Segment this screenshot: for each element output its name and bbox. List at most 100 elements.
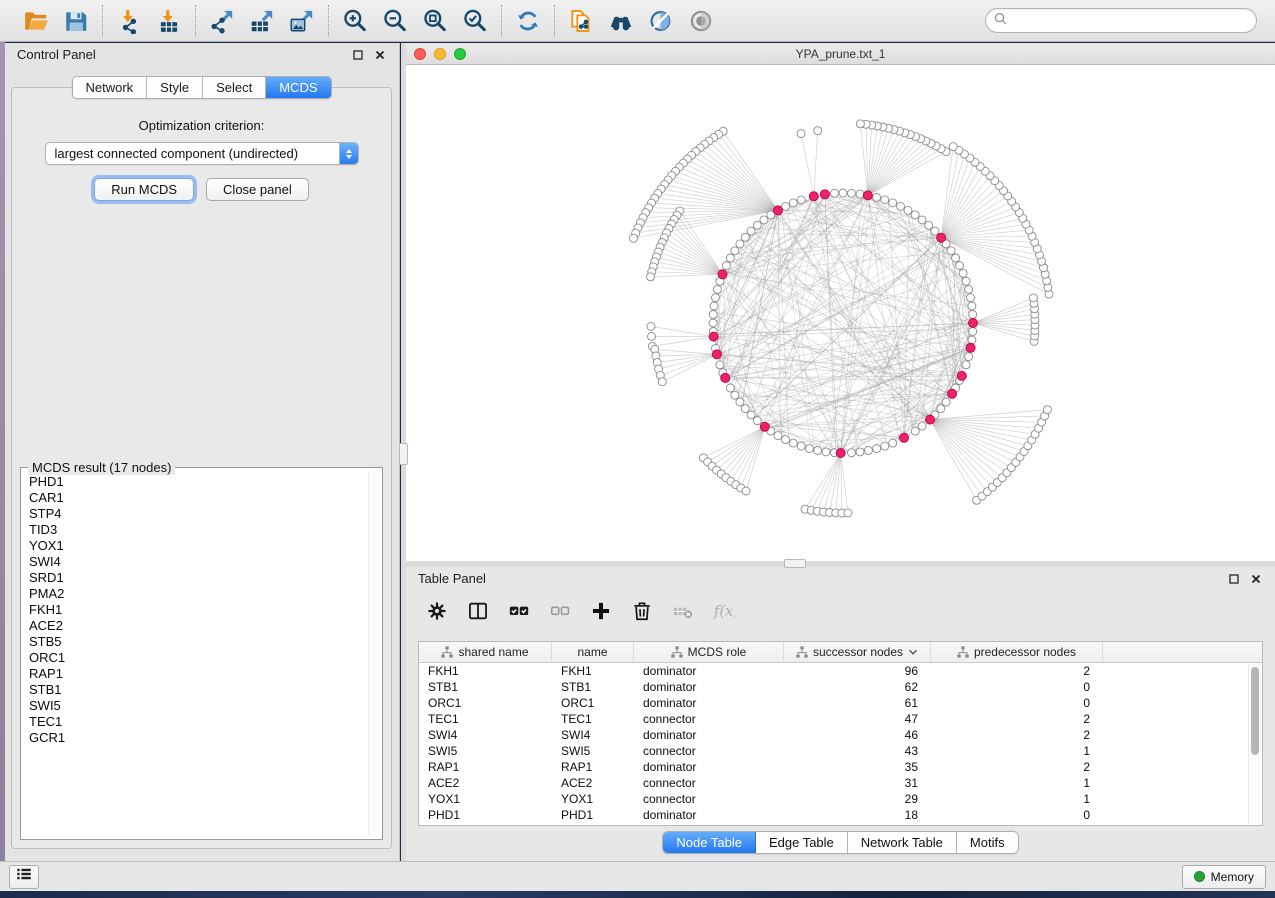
ring-node[interactable] <box>731 391 739 399</box>
ring-node[interactable] <box>918 422 926 430</box>
leaf-node[interactable] <box>647 273 655 281</box>
leaf-node[interactable] <box>844 509 852 517</box>
horizontal-splitter-handle[interactable] <box>784 559 806 568</box>
zoom-out-button[interactable] <box>380 6 410 36</box>
table-row-YOX1[interactable]: YOX1YOX1connector291 <box>419 791 1262 807</box>
zoom-in-button[interactable] <box>340 6 370 36</box>
leaf-node[interactable] <box>797 130 805 138</box>
ring-node[interactable] <box>797 442 805 450</box>
ring-node[interactable] <box>967 294 975 302</box>
table-row-PHD1[interactable]: PHD1PHD1dominator180 <box>419 807 1262 823</box>
ring-node[interactable] <box>864 447 872 455</box>
ring-node[interactable] <box>911 427 919 435</box>
ring-node[interactable] <box>747 411 755 419</box>
mcds-node[interactable] <box>760 422 769 431</box>
network-window-titlebar[interactable]: YPA_prune.txt_1 <box>406 43 1275 65</box>
leaf-node[interactable] <box>647 322 655 330</box>
ring-node[interactable] <box>856 190 864 198</box>
table-scrollbar-thumb[interactable] <box>1251 667 1259 755</box>
export-network-button[interactable] <box>207 6 237 36</box>
ring-node[interactable] <box>911 211 919 219</box>
column-header-MCDS-role[interactable]: MCDS role <box>634 642 784 662</box>
import-network-button[interactable] <box>114 6 144 36</box>
save-session-button[interactable] <box>61 6 91 36</box>
ring-node[interactable] <box>741 233 749 241</box>
ring-node[interactable] <box>713 285 721 293</box>
tab-network-table[interactable]: Network Table <box>848 832 957 853</box>
select-all-rows-button[interactable] <box>508 600 530 622</box>
table-scrollbar[interactable] <box>1248 664 1261 824</box>
mcds-node[interactable] <box>820 190 829 199</box>
ring-node[interactable] <box>947 247 955 255</box>
hide-graphics-details-button[interactable] <box>646 6 676 36</box>
mcds-node[interactable] <box>926 415 935 424</box>
leaf-node[interactable] <box>1043 406 1051 414</box>
column-layout-button[interactable] <box>467 600 489 622</box>
export-image-button[interactable] <box>287 6 317 36</box>
ring-node[interactable] <box>716 361 724 369</box>
ring-node[interactable] <box>889 439 897 447</box>
ring-node[interactable] <box>962 277 970 285</box>
leaf-node[interactable] <box>630 234 638 242</box>
table-row-FKH1[interactable]: FKH1FKH1dominator962 <box>419 663 1262 679</box>
zoom-selected-button[interactable] <box>460 6 490 36</box>
ring-node[interactable] <box>736 240 744 248</box>
mcds-node[interactable] <box>836 449 845 458</box>
float-panel-icon[interactable] <box>1227 572 1241 586</box>
ring-node[interactable] <box>848 189 856 197</box>
ring-node[interactable] <box>831 189 839 197</box>
ring-node[interactable] <box>731 247 739 255</box>
leaf-node[interactable] <box>1029 294 1037 302</box>
mcds-node[interactable] <box>774 206 783 215</box>
leaf-node[interactable] <box>742 487 750 495</box>
import-table-button[interactable] <box>154 6 184 36</box>
ring-node[interactable] <box>962 361 970 369</box>
ring-node[interactable] <box>969 311 977 319</box>
search-box[interactable] <box>985 8 1257 33</box>
mcds-node[interactable] <box>900 433 909 442</box>
column-header-shared-name[interactable]: shared name <box>419 642 552 662</box>
ring-node[interactable] <box>722 262 730 270</box>
ring-node[interactable] <box>774 432 782 440</box>
show-graphics-details-button[interactable] <box>686 6 716 36</box>
column-header-predecessor-nodes[interactable]: predecessor nodes <box>931 642 1103 662</box>
column-header-name[interactable]: name <box>552 642 634 662</box>
ring-node[interactable] <box>956 262 964 270</box>
ring-node[interactable] <box>747 227 755 235</box>
tab-motifs[interactable]: Motifs <box>957 832 1018 853</box>
add-column-button[interactable] <box>590 600 612 622</box>
ring-node[interactable] <box>965 285 973 293</box>
table-row-ACE2[interactable]: ACE2ACE2connector311 <box>419 775 1262 791</box>
tab-network[interactable]: Network <box>72 77 147 98</box>
column-header-successor-nodes[interactable]: successor nodes <box>784 642 931 662</box>
search-network-button[interactable] <box>606 6 636 36</box>
ring-node[interactable] <box>822 448 830 456</box>
ring-node[interactable] <box>968 302 976 310</box>
tab-style[interactable]: Style <box>147 77 203 98</box>
mcds-node[interactable] <box>937 233 946 242</box>
run-mcds-button[interactable]: Run MCDS <box>94 178 194 201</box>
ring-node[interactable] <box>839 189 847 197</box>
network-canvas[interactable] <box>406 65 1275 560</box>
ring-node[interactable] <box>881 196 889 204</box>
ring-node[interactable] <box>942 398 950 406</box>
zoom-fit-button[interactable] <box>420 6 450 36</box>
ring-node[interactable] <box>904 206 912 214</box>
result-list-scrollbar[interactable] <box>368 471 379 836</box>
close-panel-button[interactable]: Close panel <box>206 178 309 201</box>
delete-column-button[interactable] <box>631 600 653 622</box>
ring-node[interactable] <box>931 227 939 235</box>
ring-node[interactable] <box>897 202 905 210</box>
ring-node[interactable] <box>873 445 881 453</box>
ring-node[interactable] <box>710 302 718 310</box>
ring-node[interactable] <box>753 221 761 229</box>
ring-node[interactable] <box>726 384 734 392</box>
close-panel-icon[interactable] <box>373 48 387 62</box>
mcds-node[interactable] <box>709 332 718 341</box>
task-history-button[interactable] <box>9 865 39 889</box>
ring-node[interactable] <box>918 216 926 224</box>
mcds-node[interactable] <box>863 191 872 200</box>
ring-node[interactable] <box>709 319 717 327</box>
ring-node[interactable] <box>789 199 797 207</box>
ring-node[interactable] <box>805 445 813 453</box>
